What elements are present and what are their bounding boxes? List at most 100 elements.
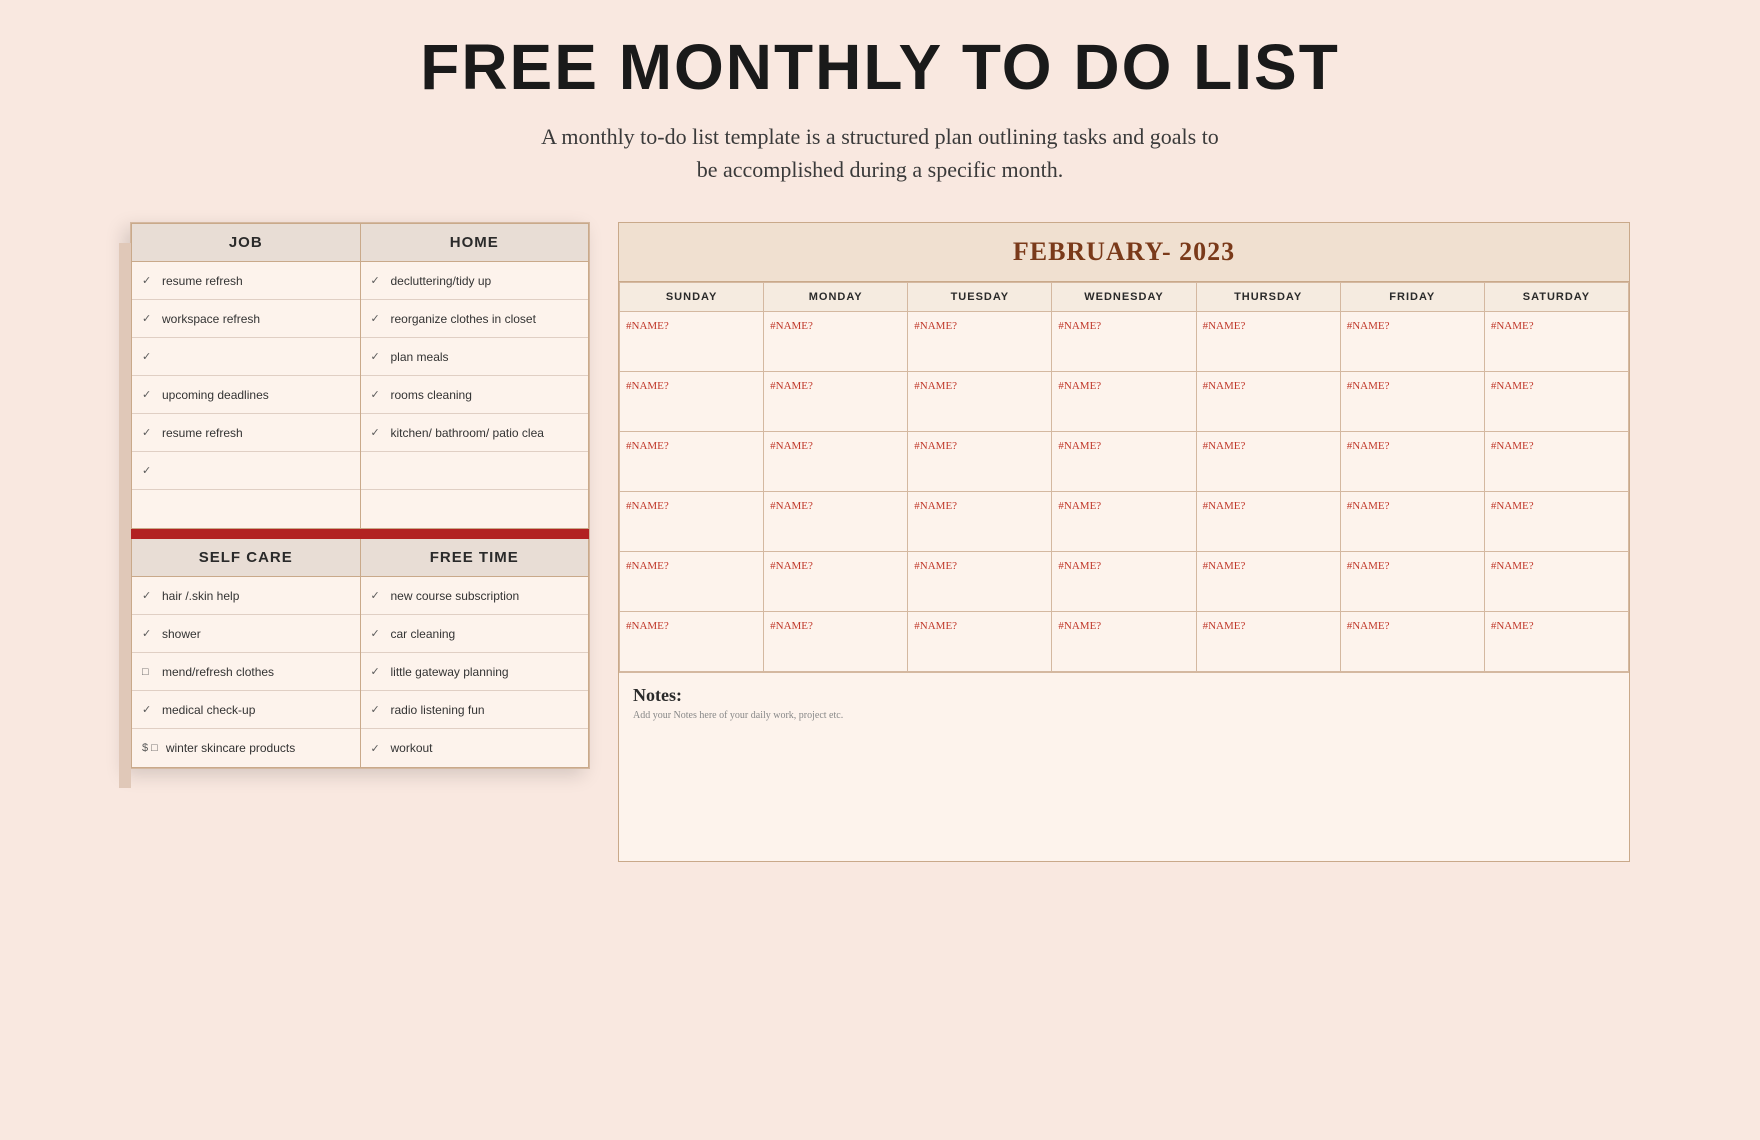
list-item: ✓ resume refresh <box>132 262 360 300</box>
calendar-cell: #NAME? <box>1052 492 1196 552</box>
calendar-body: #NAME?#NAME?#NAME?#NAME?#NAME?#NAME?#NAM… <box>620 312 1629 672</box>
page-container: FREE MONTHLY TO DO LIST A monthly to-do … <box>0 0 1760 1140</box>
calendar-row: #NAME?#NAME?#NAME?#NAME?#NAME?#NAME?#NAM… <box>620 552 1629 612</box>
home-column: HOME ✓ decluttering/tidy up ✓ reorganize… <box>361 223 590 529</box>
list-item: ✓ medical check-up <box>132 691 360 729</box>
calendar-cell: #NAME? <box>1196 432 1340 492</box>
calendar-cell: #NAME? <box>1052 612 1196 672</box>
list-item: ✓ little gateway planning <box>361 653 589 691</box>
calendar-cell: #NAME? <box>620 432 764 492</box>
calendar-cell: #NAME? <box>620 492 764 552</box>
item-label: rooms cleaning <box>391 388 472 402</box>
page-title: FREE MONTHLY TO DO LIST <box>420 30 1340 104</box>
check-icon: ✓ <box>142 426 154 439</box>
item-label: decluttering/tidy up <box>391 274 492 288</box>
notes-subtitle: Add your Notes here of your daily work, … <box>633 710 1615 721</box>
calendar-cell: #NAME? <box>908 612 1052 672</box>
calendar-cell: #NAME? <box>764 552 908 612</box>
list-item: ✓ shower <box>132 615 360 653</box>
calendar-cell: #NAME? <box>908 492 1052 552</box>
calendar-cell: #NAME? <box>1196 492 1340 552</box>
list-item: ✓ new course subscription <box>361 577 589 615</box>
list-item: ✓ rooms cleaning <box>361 376 589 414</box>
check-icon: ✓ <box>142 627 154 640</box>
list-item: ✓ workspace refresh <box>132 300 360 338</box>
job-header: JOB <box>132 224 360 262</box>
day-header-tuesday: TUESDAY <box>908 283 1052 312</box>
item-label: car cleaning <box>391 627 456 641</box>
calendar-cell: #NAME? <box>620 372 764 432</box>
notes-section: Notes: Add your Notes here of your daily… <box>619 672 1629 861</box>
list-item: ✓ reorganize clothes in closet <box>361 300 589 338</box>
check-icon: ✓ <box>142 388 154 401</box>
calendar-cell: #NAME? <box>1340 432 1484 492</box>
calendar-cell: #NAME? <box>1340 612 1484 672</box>
calendar-cell: #NAME? <box>908 552 1052 612</box>
check-icon: ✓ <box>371 665 383 678</box>
list-item: ✓ radio listening fun <box>361 691 589 729</box>
check-icon: $ □ <box>142 742 158 754</box>
calendar-cell: #NAME? <box>764 492 908 552</box>
calendar-cell: #NAME? <box>764 312 908 372</box>
calendar-cell: #NAME? <box>764 432 908 492</box>
list-item: ✓ hair /.skin help <box>132 577 360 615</box>
check-icon: ✓ <box>142 703 154 716</box>
item-label: hair /.skin help <box>162 589 239 603</box>
item-label: reorganize clothes in closet <box>391 312 536 326</box>
bottom-section: SELF CARE ✓ hair /.skin help ✓ shower □ … <box>131 539 589 768</box>
list-item <box>132 490 360 528</box>
item-label: workout <box>391 741 433 755</box>
check-icon: ✓ <box>142 464 154 477</box>
day-header-saturday: SATURDAY <box>1484 283 1628 312</box>
shadow-tab <box>119 243 131 788</box>
item-label: resume refresh <box>162 426 243 440</box>
list-item: ✓ upcoming deadlines <box>132 376 360 414</box>
item-label: little gateway planning <box>391 665 509 679</box>
item-label: radio listening fun <box>391 703 485 717</box>
selfcare-header: SELF CARE <box>132 539 360 577</box>
item-label: winter skincare products <box>166 741 295 755</box>
list-item: ✓ <box>132 452 360 490</box>
item-label: new course subscription <box>391 589 520 603</box>
list-item: ✓ car cleaning <box>361 615 589 653</box>
list-item: ✓ resume refresh <box>132 414 360 452</box>
calendar-cell: #NAME? <box>764 612 908 672</box>
calendar-cell: #NAME? <box>908 372 1052 432</box>
list-item: ✓ plan meals <box>361 338 589 376</box>
calendar-cell: #NAME? <box>1052 312 1196 372</box>
home-header: HOME <box>361 224 589 262</box>
calendar-row: #NAME?#NAME?#NAME?#NAME?#NAME?#NAME?#NAM… <box>620 372 1629 432</box>
calendar-cell: #NAME? <box>1484 312 1628 372</box>
check-icon: ✓ <box>142 312 154 325</box>
check-icon: ✓ <box>371 627 383 640</box>
calendar-cell: #NAME? <box>908 312 1052 372</box>
calendar-grid: SUNDAY MONDAY TUESDAY WEDNESDAY THURSDAY… <box>619 282 1629 672</box>
calendar-cell: #NAME? <box>1484 612 1628 672</box>
check-icon: ✓ <box>371 589 383 602</box>
check-icon: ✓ <box>142 274 154 287</box>
calendar-cell: #NAME? <box>908 432 1052 492</box>
day-header-thursday: THURSDAY <box>1196 283 1340 312</box>
calendar-cell: #NAME? <box>1340 552 1484 612</box>
calendar-cell: #NAME? <box>620 312 764 372</box>
content-area: JOB ✓ resume refresh ✓ workspace refresh… <box>130 222 1630 862</box>
list-item: □ mend/refresh clothes <box>132 653 360 691</box>
calendar-panel: FEBRUARY- 2023 SUNDAY MONDAY TUESDAY WED… <box>618 222 1630 862</box>
check-icon: ✓ <box>142 350 154 363</box>
todo-panel: JOB ✓ resume refresh ✓ workspace refresh… <box>130 222 590 769</box>
calendar-cell: #NAME? <box>1052 432 1196 492</box>
list-item <box>361 452 589 490</box>
calendar-cell: #NAME? <box>1196 312 1340 372</box>
calendar-cell: #NAME? <box>1340 312 1484 372</box>
job-column: JOB ✓ resume refresh ✓ workspace refresh… <box>131 223 361 529</box>
list-item: ✓ kitchen/ bathroom/ patio clea <box>361 414 589 452</box>
calendar-cell: #NAME? <box>1052 372 1196 432</box>
calendar-cell: #NAME? <box>1484 372 1628 432</box>
freetime-column: FREE TIME ✓ new course subscription ✓ ca… <box>361 539 590 768</box>
calendar-row: #NAME?#NAME?#NAME?#NAME?#NAME?#NAME?#NAM… <box>620 612 1629 672</box>
day-header-wednesday: WEDNESDAY <box>1052 283 1196 312</box>
check-icon: □ <box>142 666 154 678</box>
item-label: mend/refresh clothes <box>162 665 274 679</box>
calendar-cell: #NAME? <box>1340 492 1484 552</box>
selfcare-column: SELF CARE ✓ hair /.skin help ✓ shower □ … <box>131 539 361 768</box>
